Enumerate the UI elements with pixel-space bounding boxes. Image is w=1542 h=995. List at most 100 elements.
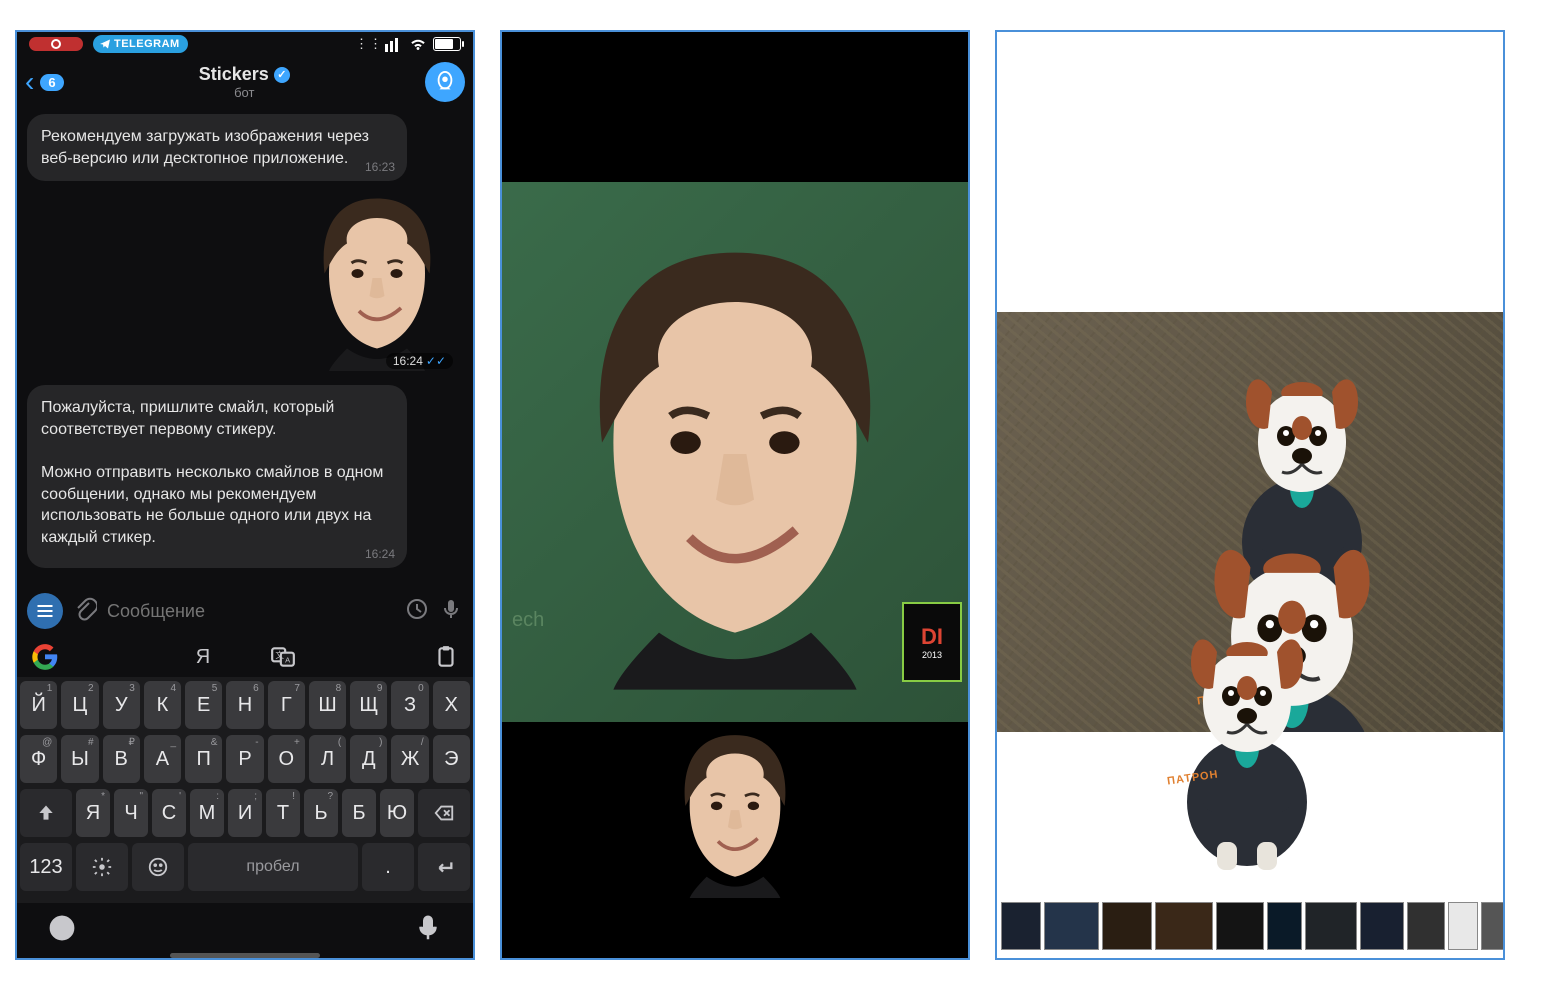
thumbnail[interactable]	[1155, 902, 1213, 950]
key-backspace[interactable]	[418, 789, 470, 837]
key-emoji[interactable]	[132, 843, 184, 891]
sticker-time: 16:24✓✓	[386, 353, 453, 369]
chat-subtitle: бот	[70, 85, 419, 100]
photo-with-sticker-overlay: ech DI 2013	[500, 30, 970, 960]
key-Й[interactable]: Й1	[20, 681, 57, 729]
key-Т[interactable]: Т!	[266, 789, 300, 837]
chat-messages[interactable]: Рекомендуем загружать изображения через …	[17, 108, 473, 585]
home-indicator[interactable]	[170, 953, 320, 958]
key-Б[interactable]: Б	[342, 789, 376, 837]
status-bar: TELEGRAM ⋮⋮	[17, 32, 473, 56]
verified-icon	[274, 67, 290, 83]
thumbnail[interactable]	[1001, 902, 1041, 950]
message-time: 16:23	[365, 159, 395, 175]
key-О[interactable]: О+	[268, 735, 305, 783]
keyboard-suggestion-bar: Я 文A	[17, 637, 473, 677]
thumbnail[interactable]	[1448, 902, 1478, 950]
key-Р[interactable]: Р-	[226, 735, 263, 783]
thumbnail[interactable]	[1267, 902, 1302, 950]
svg-text:文: 文	[276, 649, 285, 660]
message-input[interactable]	[107, 601, 395, 622]
key-С[interactable]: С'	[152, 789, 186, 837]
key-Н[interactable]: Н6	[226, 681, 263, 729]
screen-record-pill[interactable]	[29, 37, 83, 51]
keyboard-bottom-row	[17, 903, 473, 953]
key-Ж[interactable]: Ж/	[391, 735, 428, 783]
thumbnail[interactable]	[1216, 902, 1264, 950]
signal-icon: ⋮⋮	[353, 36, 403, 52]
key-Ю[interactable]: Ю	[380, 789, 414, 837]
key-М[interactable]: М:	[190, 789, 224, 837]
telegram-phone-screenshot: TELEGRAM ⋮⋮ ‹ 6 Stickers бот Рекомендуем…	[15, 30, 475, 960]
keyboard: Й1Ц2У3К4Е5Н6Г7Ш8Щ9З0Х Ф@Ы#В₽А_П&Р-О+Л(Д)…	[17, 677, 473, 903]
sticker-overlay[interactable]	[660, 728, 810, 898]
message-input-bar	[17, 585, 473, 637]
voice-button[interactable]	[439, 597, 463, 626]
person-photo	[545, 222, 925, 702]
key-Х[interactable]: Х	[433, 681, 470, 729]
key-Ш[interactable]: Ш8	[309, 681, 346, 729]
unread-badge[interactable]: 6	[40, 74, 63, 91]
key-Ы[interactable]: Ы#	[61, 735, 98, 783]
key-Е[interactable]: Е5	[185, 681, 222, 729]
key-Ь[interactable]: Ь?	[304, 789, 338, 837]
clipboard-icon[interactable]	[433, 644, 459, 670]
background-text: ech	[512, 609, 544, 632]
key-К[interactable]: К4	[144, 681, 181, 729]
chat-title[interactable]: Stickers	[199, 64, 269, 85]
key-enter[interactable]	[418, 843, 470, 891]
google-icon[interactable]	[31, 643, 59, 671]
key-space[interactable]: пробел	[188, 843, 358, 891]
suggestion-word[interactable]: Я	[196, 646, 210, 669]
schedule-button[interactable]	[405, 597, 429, 626]
attach-button[interactable]	[73, 597, 97, 626]
key-Л[interactable]: Л(	[309, 735, 346, 783]
thumbnail[interactable]	[1044, 902, 1099, 950]
thumbnail[interactable]	[1360, 902, 1404, 950]
key-Ч[interactable]: Ч"	[114, 789, 148, 837]
key-А[interactable]: А_	[144, 735, 181, 783]
key-Ф[interactable]: Ф@	[20, 735, 57, 783]
thumbnail[interactable]	[1305, 902, 1357, 950]
battery-icon	[433, 37, 461, 51]
key-Г[interactable]: Г7	[268, 681, 305, 729]
background-photo: ech DI 2013	[502, 182, 968, 722]
key-period[interactable]: .	[362, 843, 414, 891]
key-Ц[interactable]: Ц2	[61, 681, 98, 729]
message-text: Рекомендуем загружать изображения через …	[41, 128, 369, 167]
key-Э[interactable]: Э	[433, 735, 470, 783]
incoming-message[interactable]: Рекомендуем загружать изображения через …	[27, 114, 407, 181]
message-time: 16:24	[365, 546, 395, 562]
key-П[interactable]: П&	[185, 735, 222, 783]
chat-avatar[interactable]	[425, 62, 465, 102]
thumbnail[interactable]	[1481, 902, 1505, 950]
key-settings[interactable]	[76, 843, 128, 891]
chat-header: ‹ 6 Stickers бот	[17, 56, 473, 108]
back-button[interactable]: ‹	[25, 68, 34, 96]
sticker-face	[297, 191, 457, 371]
dog-photo-editor: ПАТРОН ПАТРОН	[995, 30, 1505, 960]
event-banner: DI 2013	[902, 602, 962, 682]
globe-icon[interactable]	[47, 913, 77, 943]
key-У[interactable]: У3	[103, 681, 140, 729]
telegram-pill[interactable]: TELEGRAM	[93, 35, 188, 53]
incoming-message[interactable]: Пожалуйста, пришлите смайл, который соот…	[27, 385, 407, 568]
thumbnail-strip[interactable]	[997, 902, 1505, 950]
key-И[interactable]: И;	[228, 789, 262, 837]
outgoing-sticker[interactable]: 16:24✓✓	[27, 191, 457, 371]
key-Д[interactable]: Д)	[350, 735, 387, 783]
dog-cutout-sticker[interactable]	[1067, 612, 1427, 872]
key-Я[interactable]: Я*	[76, 789, 110, 837]
menu-button[interactable]	[27, 593, 63, 629]
translate-icon[interactable]: 文A	[270, 644, 296, 670]
wifi-icon	[409, 35, 427, 53]
mic-icon[interactable]	[413, 913, 443, 943]
message-text: Пожалуйста, пришлите смайл, который соот…	[41, 399, 334, 438]
thumbnail[interactable]	[1102, 902, 1152, 950]
key-В[interactable]: В₽	[103, 735, 140, 783]
key-shift[interactable]	[20, 789, 72, 837]
key-З[interactable]: З0	[391, 681, 428, 729]
key-Щ[interactable]: Щ9	[350, 681, 387, 729]
key-numbers[interactable]: 123	[20, 843, 72, 891]
thumbnail[interactable]	[1407, 902, 1445, 950]
